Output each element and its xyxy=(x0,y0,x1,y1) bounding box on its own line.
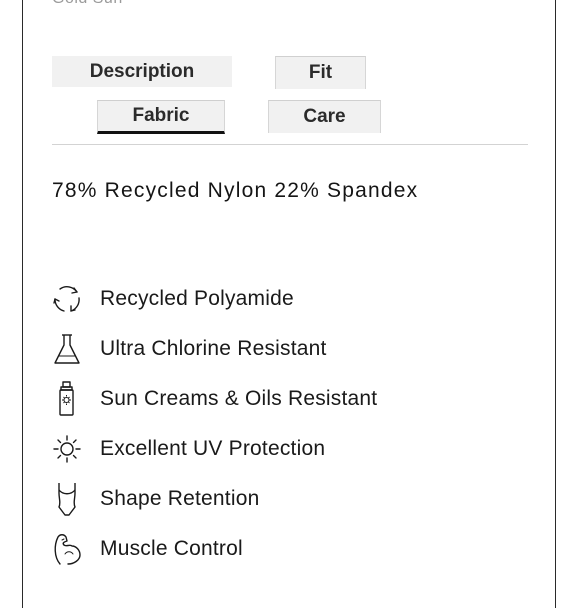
feature-label: Recycled Polyamide xyxy=(100,287,294,310)
tab-fit[interactable]: Fit xyxy=(275,56,366,89)
tab-fabric[interactable]: Fabric xyxy=(97,100,225,134)
feature-label: Muscle Control xyxy=(100,537,243,560)
feature-label: Ultra Chlorine Resistant xyxy=(100,337,327,360)
fabric-feature-list: Recycled Polyamide Ultra Chlorine Resist… xyxy=(50,274,377,574)
list-item: Excellent UV Protection xyxy=(50,424,377,474)
clipped-color-label: Gold Sun xyxy=(52,0,123,8)
list-item: Recycled Polyamide xyxy=(50,274,377,324)
list-item: Ultra Chlorine Resistant xyxy=(50,324,377,374)
muscle-arm-icon xyxy=(50,531,88,567)
tab-description[interactable]: Description xyxy=(52,56,232,87)
tabs-divider xyxy=(52,144,528,145)
swimsuit-icon xyxy=(50,481,88,517)
list-item: Sun Creams & Oils Resistant xyxy=(50,374,377,424)
list-item: Muscle Control xyxy=(50,524,377,574)
feature-label: Shape Retention xyxy=(100,487,260,510)
feature-label: Excellent UV Protection xyxy=(100,437,326,460)
flask-icon xyxy=(50,331,88,367)
feature-label: Sun Creams & Oils Resistant xyxy=(100,387,378,410)
tab-care[interactable]: Care xyxy=(268,100,381,133)
sunscreen-bottle-icon xyxy=(50,381,88,417)
fabric-composition: 78% Recycled Nylon 22% Spandex xyxy=(52,179,419,202)
sun-icon xyxy=(50,431,88,467)
list-item: Shape Retention xyxy=(50,474,377,524)
recycle-icon xyxy=(50,281,88,317)
